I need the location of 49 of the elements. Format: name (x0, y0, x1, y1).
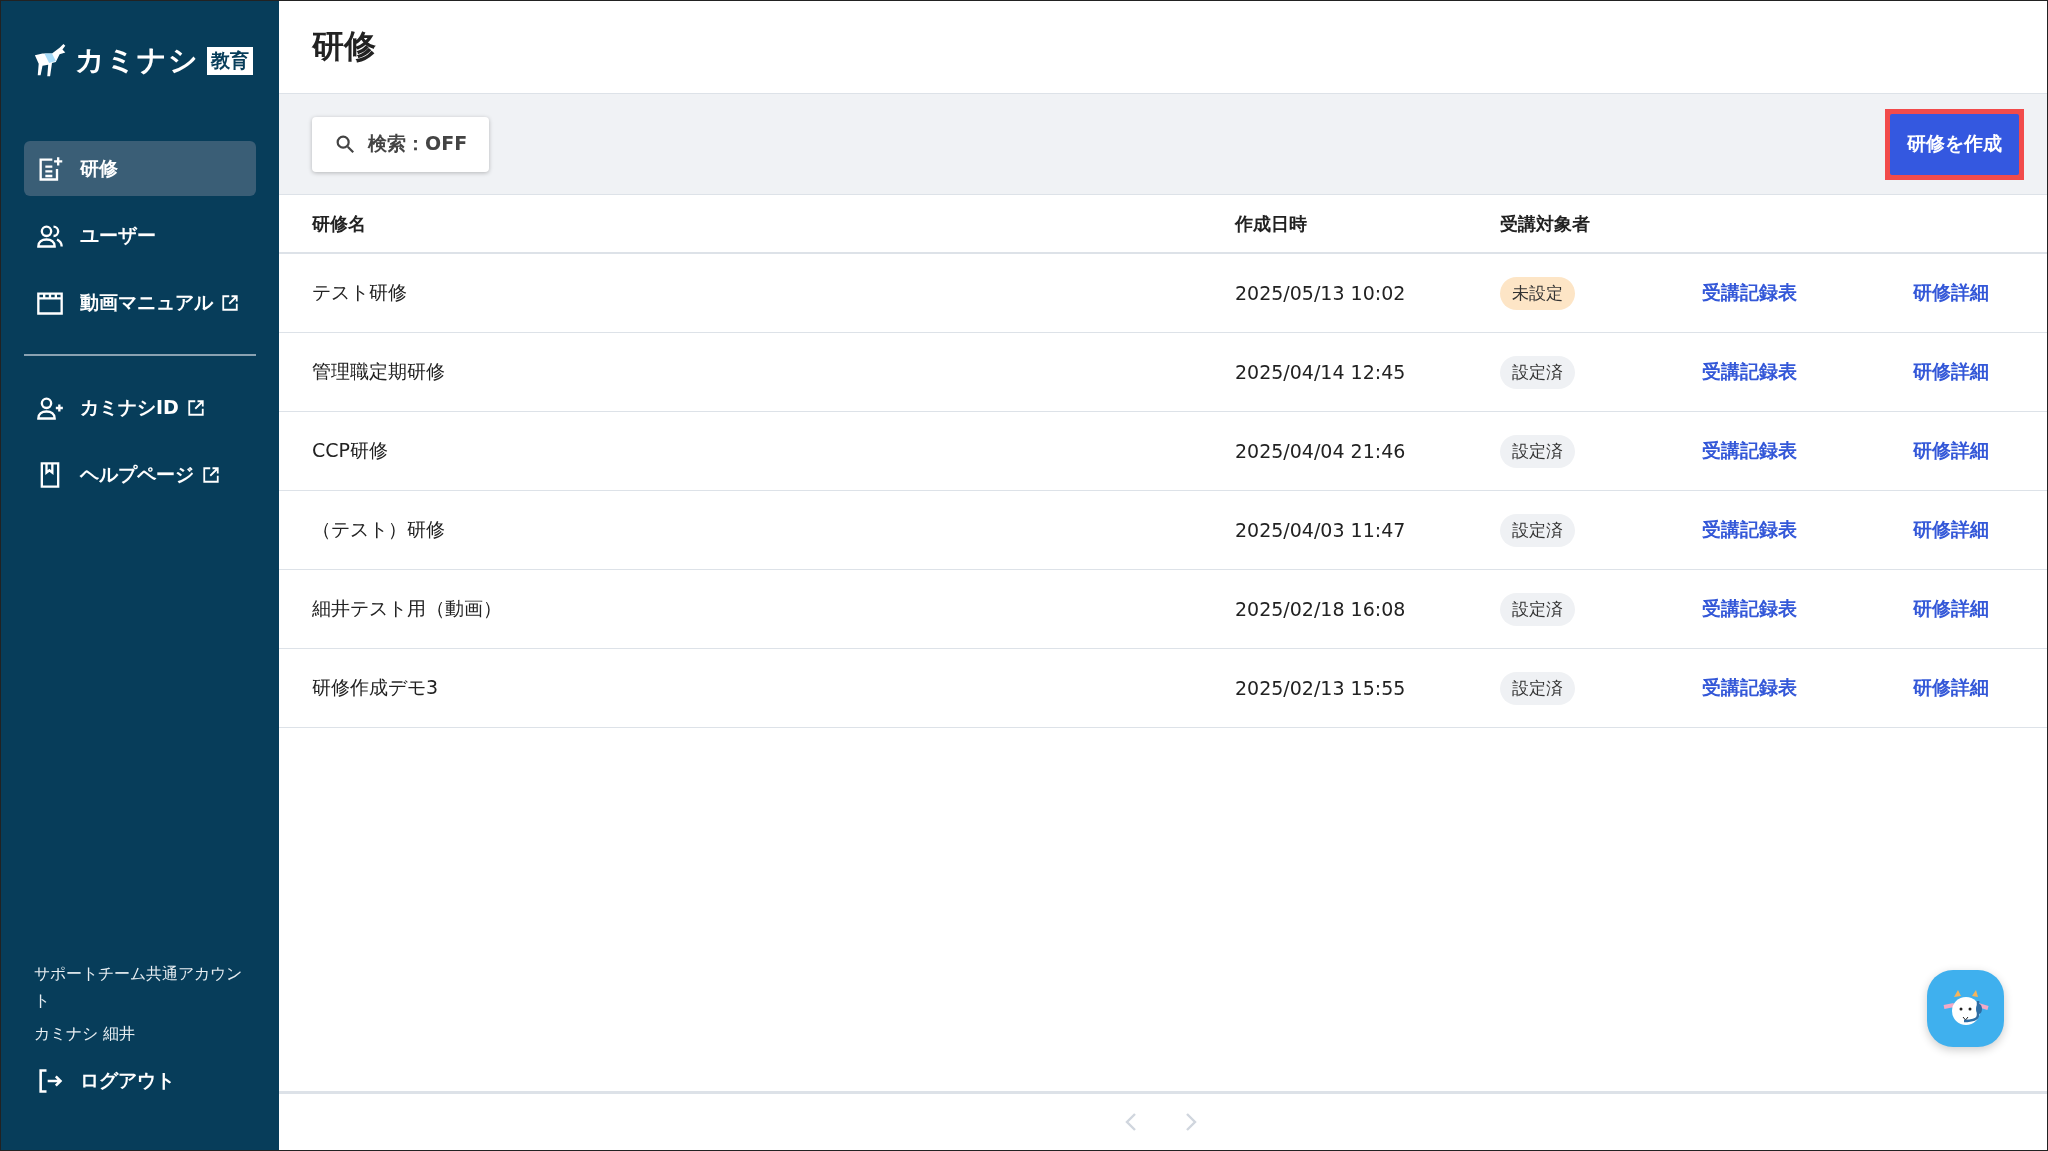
sidebar-link[interactable]: ヘルプページ (24, 447, 256, 502)
training-name: （テスト）研修 (312, 517, 445, 542)
logo-badge: 教育 (207, 47, 253, 75)
training-detail-link[interactable]: 研修詳細 (1913, 359, 1989, 385)
attendance-record-link[interactable]: 受講記録表 (1702, 280, 1797, 306)
sidebar-item[interactable]: ユーザー (24, 208, 256, 263)
search-toggle-button[interactable]: 検索：OFF (312, 116, 490, 172)
support-chat-button[interactable] (1927, 970, 2004, 1047)
created-date: 2025/04/04 21:46 (1235, 440, 1406, 462)
created-date: 2025/05/13 10:02 (1235, 282, 1406, 304)
status-pill: 設定済 (1500, 671, 1575, 705)
training-name: テスト研修 (312, 280, 407, 305)
organization-name: サポートチーム共通アカウント (33, 963, 243, 1012)
attendance-record-link[interactable]: 受講記録表 (1702, 596, 1797, 622)
training-name: CCP研修 (312, 438, 388, 463)
status-pill: 未設定 (1500, 276, 1575, 310)
training-detail-link[interactable]: 研修詳細 (1913, 517, 1989, 543)
sidebar-item[interactable]: 動画マニュアル (24, 275, 256, 330)
sidebar-item[interactable]: 研修 (24, 141, 256, 196)
training-name: 研修作成デモ3 (312, 675, 439, 700)
logout-icon (36, 1066, 64, 1095)
training-detail-link[interactable]: 研修詳細 (1913, 280, 1989, 306)
search-icon (334, 133, 356, 155)
created-date: 2025/04/03 11:47 (1235, 519, 1406, 541)
training-name: 細井テスト用（動画） (312, 596, 502, 621)
sidebar-link[interactable]: カミナシID (24, 380, 256, 435)
attendance-record-link[interactable]: 受講記録表 (1702, 675, 1797, 701)
page-title: 研修 (312, 26, 376, 67)
attendance-record-link[interactable]: 受講記録表 (1702, 517, 1797, 543)
column-header: 研修名 (312, 211, 366, 236)
created-date: 2025/04/14 12:45 (1235, 361, 1406, 383)
attendance-record-link[interactable]: 受講記録表 (1702, 438, 1797, 464)
status-pill: 設定済 (1500, 513, 1575, 547)
status-pill: 設定済 (1500, 355, 1575, 389)
training-detail-link[interactable]: 研修詳細 (1913, 596, 1989, 622)
column-header: 作成日時 (1235, 211, 1307, 236)
status-pill: 設定済 (1500, 434, 1575, 468)
user-name: カミナシ 細井 (33, 1023, 137, 1045)
status-pill: 設定済 (1500, 592, 1575, 626)
column-header: 受講対象者 (1500, 211, 1590, 236)
training-detail-link[interactable]: 研修詳細 (1913, 438, 1989, 464)
created-date: 2025/02/18 16:08 (1235, 598, 1406, 620)
created-date: 2025/02/13 15:55 (1235, 677, 1406, 699)
create-training-button[interactable]: 研修を作成 (1890, 113, 2019, 175)
training-detail-link[interactable]: 研修詳細 (1913, 675, 1989, 701)
attendance-record-link[interactable]: 受講記録表 (1702, 359, 1797, 385)
training-name: 管理職定期研修 (312, 359, 445, 384)
logout-link[interactable]: ログアウト (24, 1053, 256, 1108)
logo-text: カミナシ (75, 42, 199, 79)
